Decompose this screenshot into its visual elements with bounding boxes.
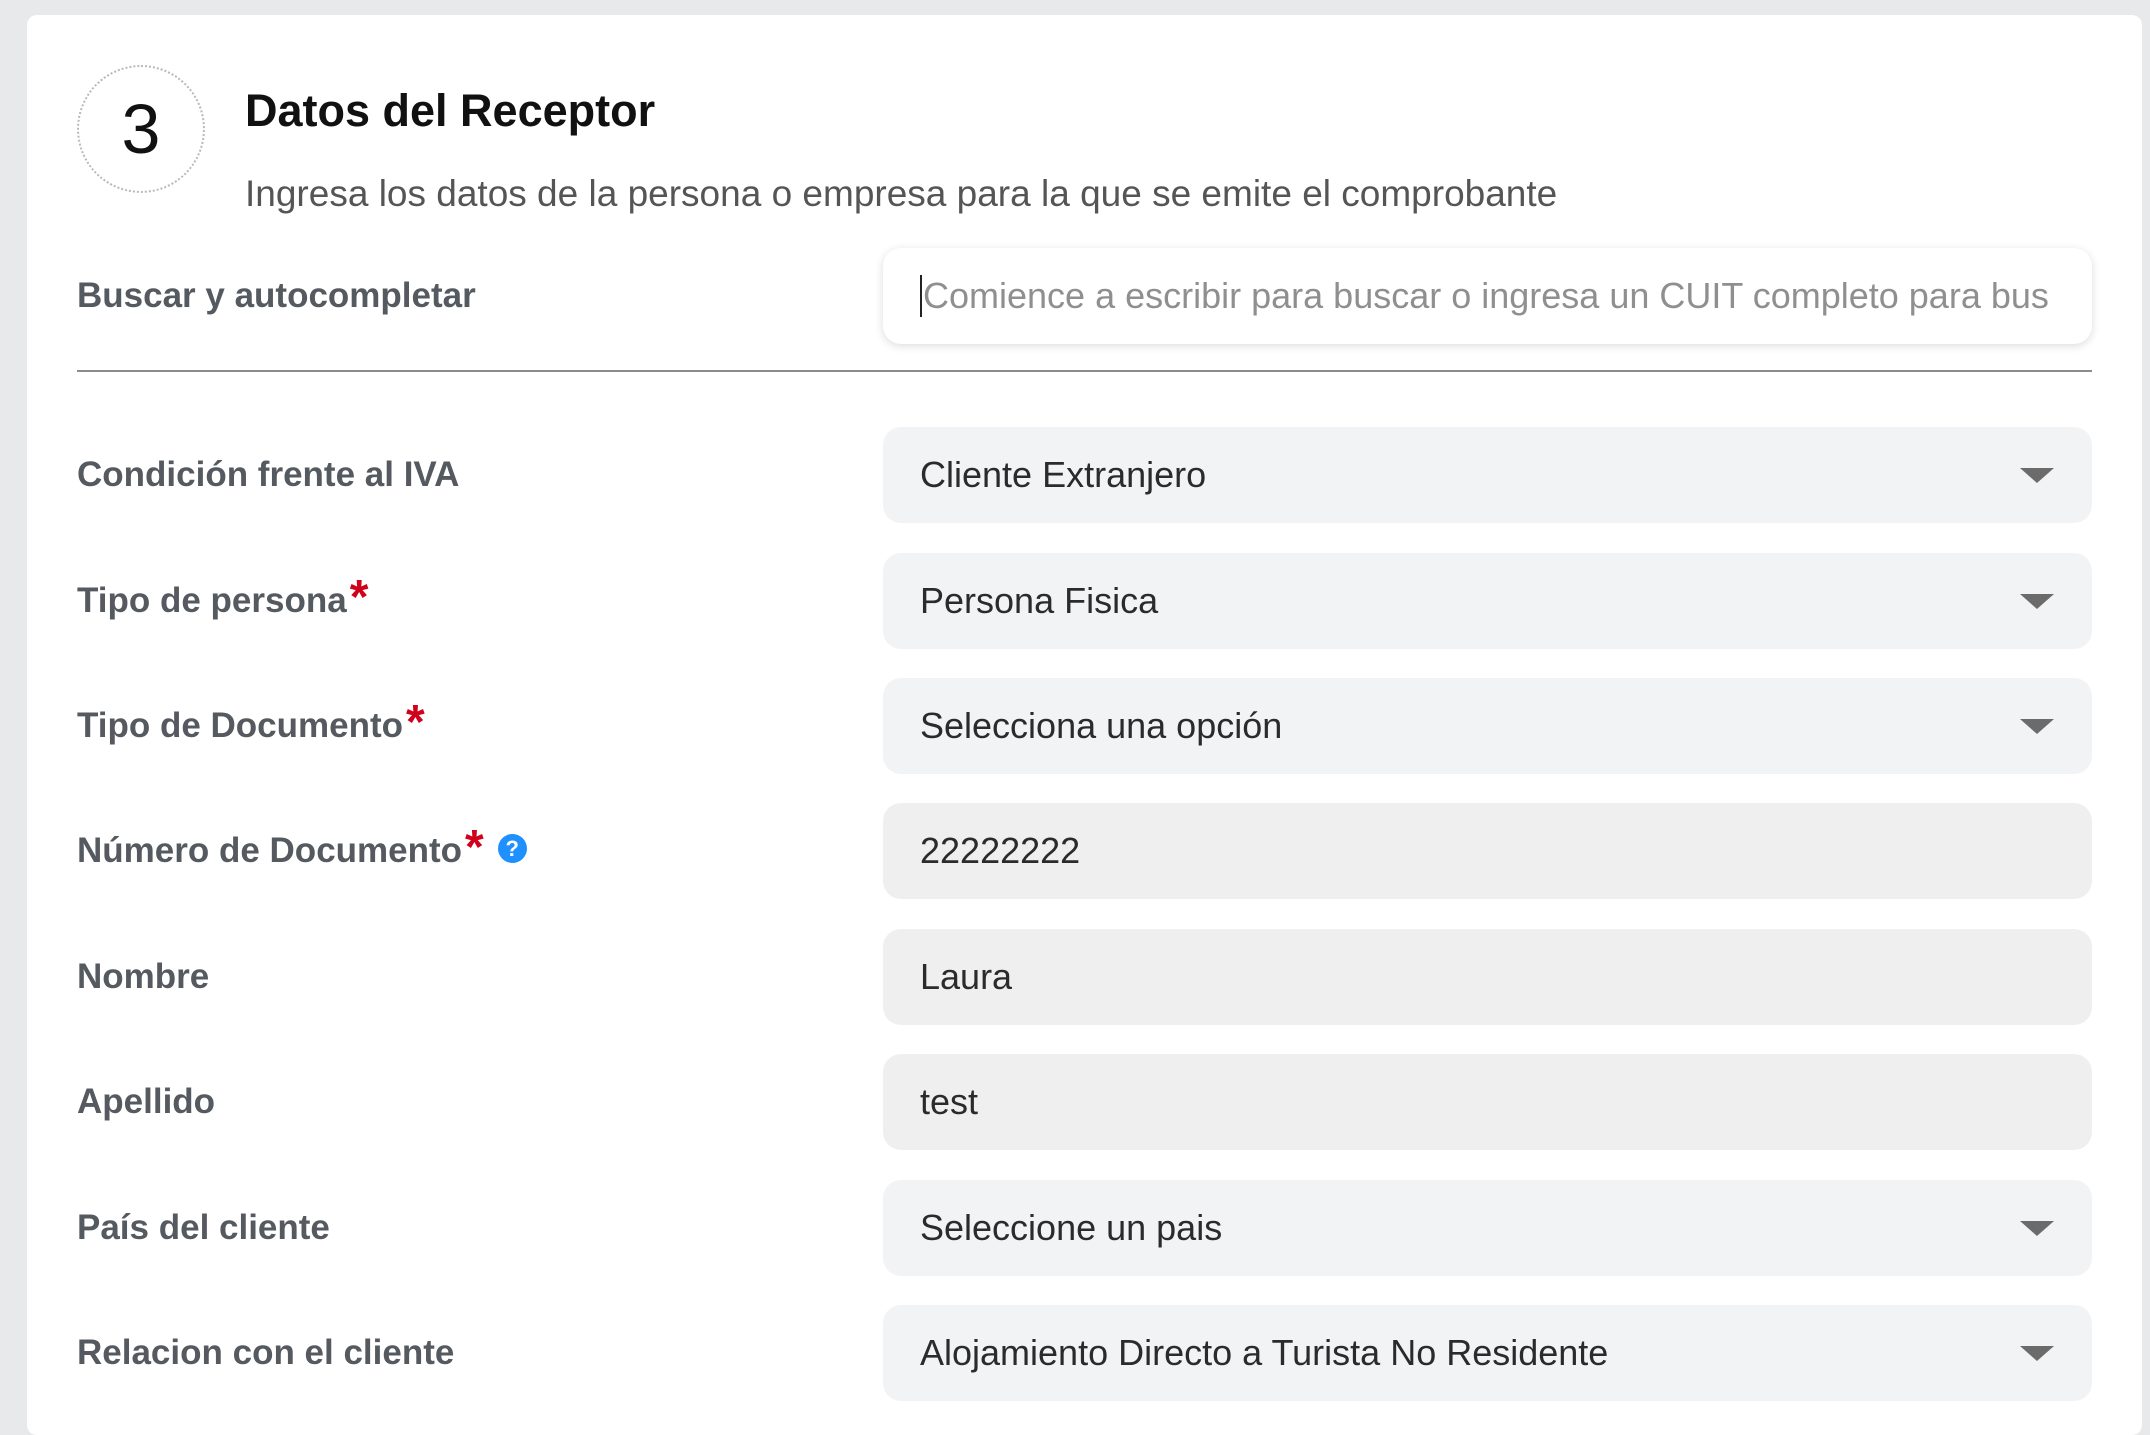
tipo-persona-select[interactable]: Persona Fisica (883, 553, 2092, 649)
search-row: Buscar y autocompletar Comience a escrib… (77, 248, 2092, 344)
search-label: Buscar y autocompletar (77, 276, 476, 315)
row-apellido: Apellido test (77, 1054, 2092, 1150)
step-number: 3 (121, 90, 161, 168)
relacion-value: Alojamiento Directo a Turista No Residen… (920, 1332, 1609, 1373)
chevron-down-icon (2020, 468, 2054, 483)
section-title: Datos del Receptor (245, 85, 656, 136)
pais-label: País del cliente (77, 1208, 330, 1247)
row-tipo-documento: Tipo de Documento * Selecciona una opció… (77, 678, 2092, 774)
numero-documento-input[interactable]: 22222222 (883, 803, 2092, 899)
relacion-select[interactable]: Alojamiento Directo a Turista No Residen… (883, 1305, 2092, 1401)
text-cursor (920, 275, 922, 317)
chevron-down-icon (2020, 594, 2054, 609)
receptor-card: 3 Datos del Receptor Ingresa los datos d… (27, 15, 2142, 1435)
row-condicion-iva: Condición frente al IVA Cliente Extranje… (77, 427, 2092, 523)
tipo-documento-label: Tipo de Documento * (77, 696, 425, 749)
tipo-documento-value: Selecciona una opción (920, 705, 1283, 746)
apellido-label: Apellido (77, 1082, 216, 1121)
nombre-value: Laura (920, 956, 1013, 997)
row-tipo-persona: Tipo de persona * Persona Fisica (77, 553, 2092, 649)
chevron-down-icon (2020, 719, 2054, 734)
chevron-down-icon (2020, 1346, 2054, 1361)
tipo-documento-select[interactable]: Selecciona una opción (883, 678, 2092, 774)
pais-value: Seleccione un pais (920, 1207, 1223, 1248)
question-circle-icon[interactable]: ? (497, 834, 527, 863)
required-mark: * (349, 571, 369, 624)
required-mark: * (465, 821, 484, 874)
nombre-label: Nombre (77, 957, 210, 996)
apellido-value: test (920, 1081, 979, 1122)
tipo-persona-value: Persona Fisica (920, 580, 1159, 621)
condicion-iva-value: Cliente Extranjero (920, 454, 1207, 495)
row-relacion: Relacion con el cliente Alojamiento Dire… (77, 1305, 2092, 1401)
section-subtitle: Ingresa los datos de la persona o empres… (245, 173, 1558, 214)
row-nombre: Nombre Laura (77, 929, 2092, 1025)
row-numero-documento: Número de Documento * ? 22222222 (77, 803, 2092, 899)
condicion-iva-select[interactable]: Cliente Extranjero (883, 427, 2092, 523)
nombre-input[interactable]: Laura (883, 929, 2092, 1025)
numero-documento-value: 22222222 (920, 830, 1081, 871)
search-placeholder: Comience a escribir para buscar o ingres… (923, 275, 2049, 316)
chevron-down-icon (2020, 1221, 2054, 1236)
search-input[interactable]: Comience a escribir para buscar o ingres… (883, 248, 2092, 344)
condicion-iva-label: Condición frente al IVA (77, 455, 460, 494)
step-number-badge: 3 (77, 65, 205, 193)
apellido-input[interactable]: test (883, 1054, 2092, 1150)
row-pais: País del cliente Seleccione un pais (77, 1180, 2092, 1276)
tipo-persona-label: Tipo de persona * (77, 571, 369, 624)
divider (77, 370, 2092, 372)
required-mark: * (406, 696, 425, 749)
numero-documento-label: Número de Documento * ? (77, 821, 527, 874)
pais-select[interactable]: Seleccione un pais (883, 1180, 2092, 1276)
relacion-label: Relacion con el cliente (77, 1333, 455, 1372)
